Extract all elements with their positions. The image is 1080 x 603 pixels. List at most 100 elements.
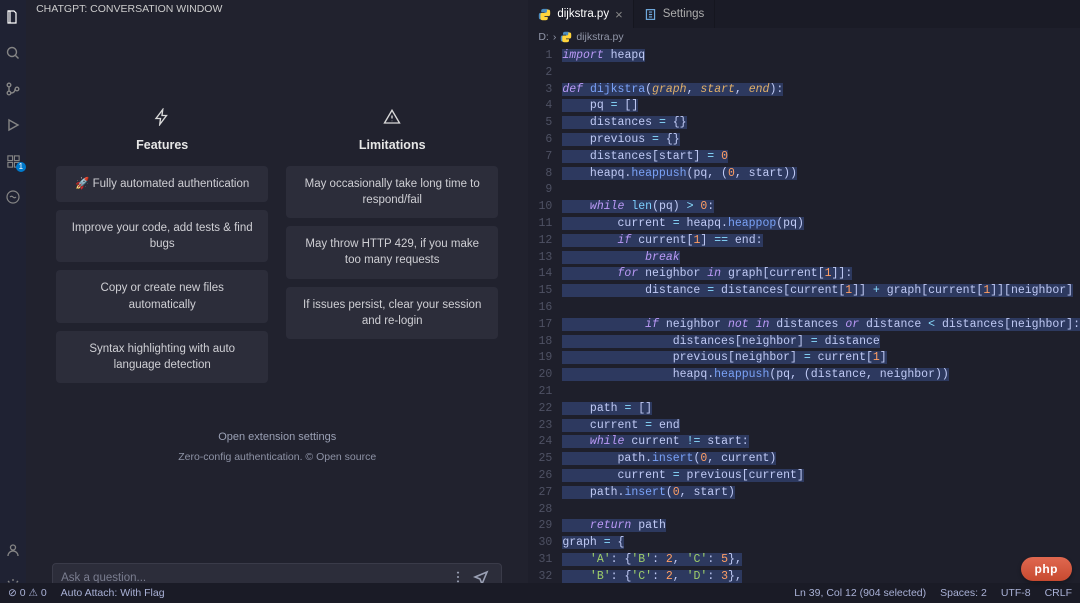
feature-card[interactable]: 🚀 Fully automated authentication bbox=[56, 166, 268, 202]
chat-panel: CHATGPT: CONVERSATION WINDOW Features 🚀 … bbox=[26, 0, 528, 603]
feature-card[interactable]: Copy or create new files automatically bbox=[56, 270, 268, 322]
status-bar: ⊘ 0 ⚠ 0 Auto Attach: With Flag Ln 39, Co… bbox=[0, 583, 1080, 603]
line-number: 13 bbox=[528, 250, 552, 267]
line-number: 12 bbox=[528, 233, 552, 250]
code-line[interactable]: current = end bbox=[562, 418, 1080, 435]
limitation-card[interactable]: If issues persist, clear your session an… bbox=[286, 287, 498, 339]
line-number: 27 bbox=[528, 485, 552, 502]
warning-icon bbox=[383, 108, 401, 126]
feature-card[interactable]: Syntax highlighting with auto language d… bbox=[56, 331, 268, 383]
code-line[interactable]: for neighbor in graph[current[1]]: bbox=[562, 266, 1080, 283]
line-number: 21 bbox=[528, 384, 552, 401]
chevron-right-icon: › bbox=[553, 31, 557, 43]
line-number: 24 bbox=[528, 434, 552, 451]
status-eol[interactable]: CRLF bbox=[1045, 587, 1072, 599]
line-number: 25 bbox=[528, 451, 552, 468]
editor-tab[interactable]: Settings bbox=[634, 0, 716, 28]
breadcrumb-file[interactable]: dijkstra.py bbox=[576, 31, 623, 43]
code-line[interactable]: pq = [] bbox=[562, 98, 1080, 115]
code-line[interactable]: return path bbox=[562, 518, 1080, 535]
tab-label: Settings bbox=[663, 8, 705, 20]
line-number: 7 bbox=[528, 149, 552, 166]
line-number: 14 bbox=[528, 266, 552, 283]
source-control-icon[interactable] bbox=[4, 80, 22, 98]
code-line[interactable]: heapq.heappush(pq, (distance, neighbor)) bbox=[562, 367, 1080, 384]
editor-group: dijkstra.py×Settings D: › dijkstra.py 12… bbox=[528, 0, 1080, 603]
code-line[interactable]: distances[neighbor] = distance bbox=[562, 334, 1080, 351]
extensions-badge: 1 bbox=[16, 162, 26, 172]
status-encoding[interactable]: UTF-8 bbox=[1001, 587, 1031, 599]
code-line[interactable]: 'A': {'B': 2, 'C': 5}, bbox=[562, 552, 1080, 569]
lightning-icon bbox=[153, 108, 171, 126]
limitation-card[interactable]: May occasionally take long time to respo… bbox=[286, 166, 498, 218]
tab-label: dijkstra.py bbox=[557, 8, 609, 20]
code-line[interactable] bbox=[562, 65, 1080, 82]
code-line[interactable]: previous = {} bbox=[562, 132, 1080, 149]
limitations-column: Limitations May occasionally take long t… bbox=[286, 108, 498, 391]
code-line[interactable]: graph = { bbox=[562, 535, 1080, 552]
line-number: 9 bbox=[528, 182, 552, 199]
panel-title: CHATGPT: CONVERSATION WINDOW bbox=[26, 0, 528, 20]
status-cursor[interactable]: Ln 39, Col 12 (904 selected) bbox=[794, 587, 926, 599]
line-number: 26 bbox=[528, 468, 552, 485]
features-column: Features 🚀 Fully automated authenticatio… bbox=[56, 108, 268, 391]
code-line[interactable]: distances[start] = 0 bbox=[562, 149, 1080, 166]
breadcrumb-root[interactable]: D: bbox=[538, 31, 549, 43]
features-title: Features bbox=[136, 138, 188, 152]
code-line[interactable] bbox=[562, 182, 1080, 199]
code-line[interactable]: path.insert(0, current) bbox=[562, 451, 1080, 468]
search-icon[interactable] bbox=[4, 44, 22, 62]
code-line[interactable]: distance = distances[current[1]] + graph… bbox=[562, 283, 1080, 300]
line-number: 28 bbox=[528, 502, 552, 519]
code-line[interactable]: import heapq bbox=[562, 48, 1080, 65]
code-line[interactable]: path = [] bbox=[562, 401, 1080, 418]
code-line[interactable]: while len(pq) > 0: bbox=[562, 199, 1080, 216]
run-debug-icon[interactable] bbox=[4, 116, 22, 134]
extensions-icon[interactable]: 1 bbox=[4, 152, 22, 170]
line-number: 22 bbox=[528, 401, 552, 418]
limitation-card[interactable]: May throw HTTP 429, if you make too many… bbox=[286, 226, 498, 278]
accounts-icon[interactable] bbox=[4, 541, 22, 559]
line-number: 31 bbox=[528, 552, 552, 569]
code-line[interactable]: heapq.heappush(pq, (0, start)) bbox=[562, 166, 1080, 183]
chatgpt-icon[interactable] bbox=[4, 188, 22, 206]
auth-text: Zero-config authentication. © Open sourc… bbox=[178, 451, 376, 463]
editor-tabs: dijkstra.py × Settings bbox=[528, 0, 1080, 28]
status-spaces[interactable]: Spaces: 2 bbox=[940, 587, 987, 599]
line-number: 16 bbox=[528, 300, 552, 317]
code-line[interactable]: distances = {} bbox=[562, 115, 1080, 132]
status-problems[interactable]: ⊘ 0 ⚠ 0 bbox=[8, 587, 47, 599]
code-editor[interactable]: 1234567891011121314151617181920212223242… bbox=[528, 46, 1080, 603]
code-line[interactable]: def dijkstra(graph, start, end): bbox=[562, 82, 1080, 99]
code-line[interactable] bbox=[562, 502, 1080, 519]
activity-bar: 1 bbox=[0, 0, 26, 603]
code-line[interactable] bbox=[562, 300, 1080, 317]
breadcrumb[interactable]: D: › dijkstra.py bbox=[528, 28, 1080, 46]
status-auto-attach[interactable]: Auto Attach: With Flag bbox=[61, 587, 165, 599]
python-file-icon bbox=[560, 31, 572, 43]
code-line[interactable]: if neighbor not in distances or distance… bbox=[562, 317, 1080, 334]
line-number: 1 bbox=[528, 48, 552, 65]
explorer-icon[interactable] bbox=[4, 8, 22, 26]
code-line[interactable]: current = previous[current] bbox=[562, 468, 1080, 485]
code-line[interactable]: while current != start: bbox=[562, 434, 1080, 451]
limitations-title: Limitations bbox=[359, 138, 426, 152]
code-line[interactable]: break bbox=[562, 250, 1080, 267]
open-settings-link[interactable]: Open extension settings bbox=[218, 431, 336, 443]
code-line[interactable]: path.insert(0, start) bbox=[562, 485, 1080, 502]
line-number: 2 bbox=[528, 65, 552, 82]
code-line[interactable] bbox=[562, 384, 1080, 401]
line-number: 23 bbox=[528, 418, 552, 435]
line-number: 6 bbox=[528, 132, 552, 149]
close-icon[interactable]: × bbox=[615, 8, 623, 21]
line-number: 4 bbox=[528, 98, 552, 115]
code-line[interactable]: previous[neighbor] = current[1] bbox=[562, 350, 1080, 367]
code-line[interactable]: if current[1] == end: bbox=[562, 233, 1080, 250]
code-line[interactable]: current = heapq.heappop(pq) bbox=[562, 216, 1080, 233]
line-number: 15 bbox=[528, 283, 552, 300]
line-number: 18 bbox=[528, 334, 552, 351]
feature-card[interactable]: Improve your code, add tests & find bugs bbox=[56, 210, 268, 262]
line-number: 10 bbox=[528, 199, 552, 216]
line-number: 8 bbox=[528, 166, 552, 183]
editor-tab[interactable]: dijkstra.py × bbox=[528, 0, 633, 28]
